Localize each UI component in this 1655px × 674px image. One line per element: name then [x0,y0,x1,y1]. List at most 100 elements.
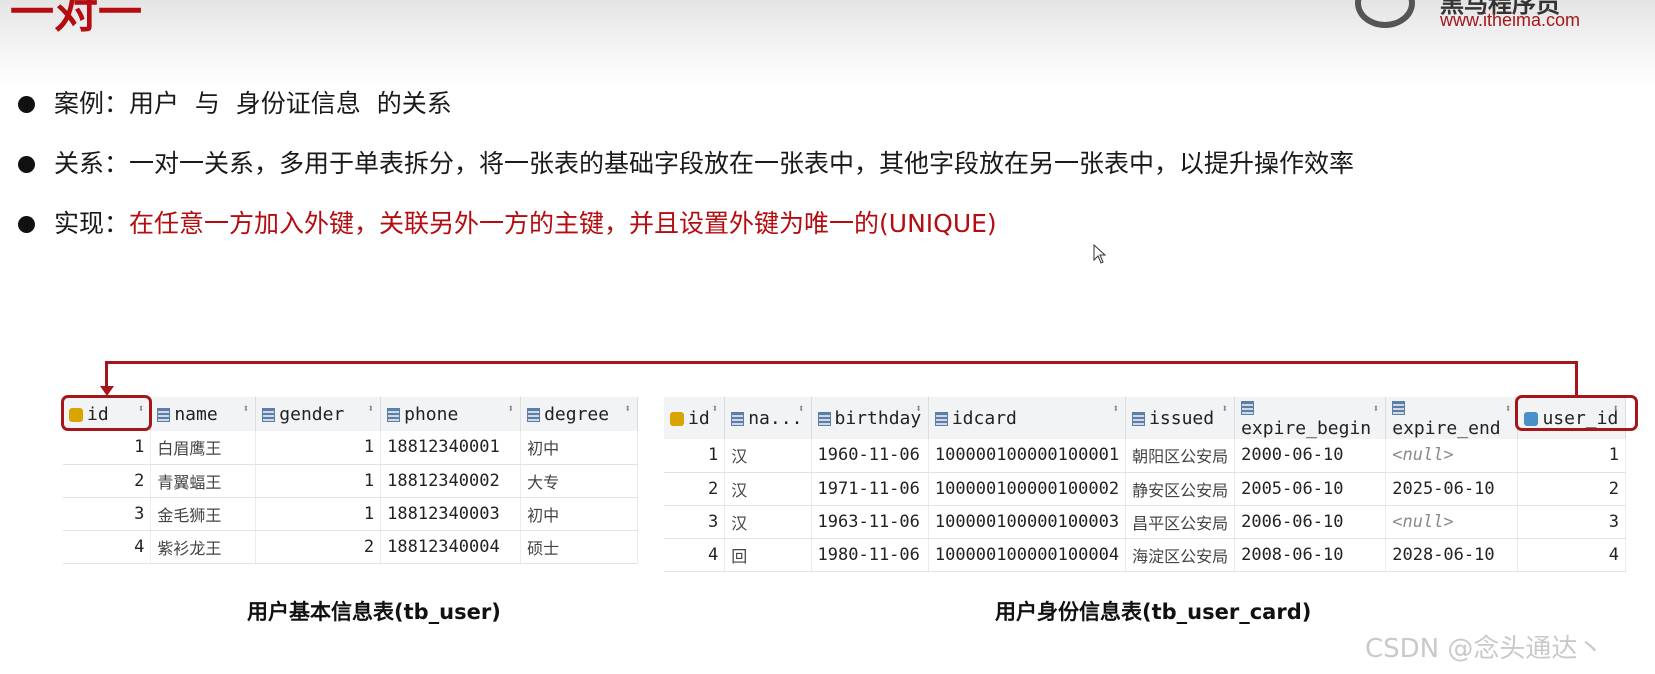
cell-gender[interactable]: 1 [255,497,382,531]
sort-icon: ⬍ [242,402,250,415]
cell-issued[interactable]: 昌平区公安局 [1125,505,1236,539]
sort-icon: ⬍ [711,402,719,415]
column-header-gender[interactable]: gender ⬍ [255,397,382,431]
cell-idcard[interactable]: 100000100000100004 [928,538,1127,572]
column-header-degree[interactable]: degree ⬍ [520,397,638,431]
cell-name[interactable]: 金毛狮王 [150,497,257,531]
fk-connector-line [106,361,1578,364]
tb-user-card-table: id ⬍ na... ⬍ birthday ⬍ idcard ⬍ issued ⬍ exp… [664,397,1626,572]
column-icon [527,407,541,422]
column-header-idcard[interactable]: idcard ⬍ [928,397,1127,439]
cell-expire-begin[interactable]: 2006-06-10 [1234,505,1387,539]
bullet-dot-icon [18,156,35,173]
cell-expire-end[interactable]: <null> [1385,505,1519,539]
sort-icon: ⬍ [1504,402,1512,415]
cell-nation[interactable]: 汉 [724,439,812,473]
bullet-text: 一对一关系，多用于单表拆分，将一张表的基础字段放在一张表中，其他字段放在另一张表… [129,149,1355,178]
cell-id[interactable]: 1 [63,431,152,465]
cell-expire-begin[interactable]: 2000-06-10 [1234,439,1387,473]
cell-user-id[interactable]: 2 [1517,472,1626,506]
column-icon [262,407,276,422]
cell-expire-begin[interactable]: 2008-06-10 [1234,538,1387,572]
cell-nation[interactable]: 汉 [724,505,812,539]
bullet-text: 用户 与 身份证信息 的关系 [129,89,452,118]
sort-icon: ⬍ [367,402,375,415]
column-header-expire-end[interactable]: expire_end ⬍ [1385,397,1519,439]
cell-issued[interactable]: 海淀区公安局 [1125,538,1236,572]
cell-id[interactable]: 3 [664,505,726,539]
primary-key-icon [670,411,684,426]
cell-issued[interactable]: 静安区公安局 [1125,472,1236,506]
cell-phone[interactable]: 18812340003 [380,497,522,531]
cell-id[interactable]: 4 [664,538,726,572]
cell-idcard[interactable]: 100000100000100003 [928,505,1127,539]
column-header-name[interactable]: name ⬍ [150,397,257,431]
column-header-birthday[interactable]: birthday ⬍ [811,397,929,439]
cell-name[interactable]: 青翼蝠王 [150,464,257,498]
bullet-label: 案例： [54,89,130,118]
bullet-dot-icon [18,216,35,233]
bullet-case: 案例：用户 与 身份证信息 的关系 [14,86,1654,122]
cell-user-id[interactable]: 3 [1517,505,1626,539]
cell-phone[interactable]: 18812340002 [380,464,522,498]
table-row[interactable]: 3 汉 1963-11-06 100000100000100003 昌平区公安局… [664,505,1626,539]
cell-user-id[interactable]: 1 [1517,439,1626,473]
bullet-implementation: 实现：在任意一方加入外键，关联另外一方的主键，并且设置外键为唯一的(UNIQUE… [14,206,1654,242]
column-header-issued[interactable]: issued ⬍ [1125,397,1236,439]
cell-phone[interactable]: 18812340004 [380,530,522,564]
slide-title: 一对一 [10,0,142,38]
cell-id[interactable]: 1 [664,439,726,473]
cell-birthday[interactable]: 1960-11-06 [811,439,929,473]
cell-expire-end[interactable]: 2025-06-10 [1385,472,1519,506]
foreign-key-highlight [1515,395,1638,431]
table-row[interactable]: 4 回 1980-11-06 100000100000100004 海淀区公安局… [664,538,1626,572]
cell-expire-end[interactable]: 2028-06-10 [1385,538,1519,572]
cell-id[interactable]: 2 [63,464,152,498]
sort-icon: ⬍ [915,402,922,415]
cell-expire-begin[interactable]: 2005-06-10 [1234,472,1387,506]
cell-gender[interactable]: 2 [255,530,382,564]
column-header-nation[interactable]: na... ⬍ [724,397,812,439]
cell-id[interactable]: 3 [63,497,152,531]
cell-id[interactable]: 4 [63,530,152,564]
cell-phone[interactable]: 18812340001 [380,431,522,465]
cell-birthday[interactable]: 1971-11-06 [811,472,929,506]
sort-icon: ⬍ [1221,402,1229,415]
column-header-phone[interactable]: phone ⬍ [380,397,522,431]
cell-idcard[interactable]: 100000100000100002 [928,472,1127,506]
cell-degree[interactable]: 初中 [520,497,638,531]
cell-gender[interactable]: 1 [255,431,382,465]
sort-icon: ⬍ [1112,402,1120,415]
cell-degree[interactable]: 大专 [520,464,638,498]
table-row[interactable]: 2 汉 1971-11-06 100000100000100002 静安区公安局… [664,472,1626,506]
cell-degree[interactable]: 初中 [520,431,638,465]
cell-nation[interactable]: 汉 [724,472,812,506]
tb-user-caption: 用户基本信息表(tb_user) [247,600,501,624]
cell-expire-end[interactable]: <null> [1385,439,1519,473]
column-icon [1132,411,1146,426]
column-icon [934,411,948,426]
table-header-row: id ⬍ na... ⬍ birthday ⬍ idcard ⬍ issued ⬍ exp… [664,397,1626,439]
cell-user-id[interactable]: 4 [1517,538,1626,572]
table-row[interactable]: 2 青翼蝠王 1 18812340002 大专 [63,464,638,498]
cell-idcard[interactable]: 100000100000100001 [928,439,1127,473]
cell-birthday[interactable]: 1980-11-06 [811,538,929,572]
cell-nation[interactable]: 回 [724,538,812,572]
cell-issued[interactable]: 朝阳区公安局 [1125,439,1236,473]
table-row[interactable]: 1 白眉鹰王 1 18812340001 初中 [63,431,638,465]
cell-name[interactable]: 白眉鹰王 [150,431,257,465]
cell-degree[interactable]: 硕士 [520,530,638,564]
column-icon [731,411,745,426]
cell-gender[interactable]: 1 [255,464,382,498]
column-header-expire-begin[interactable]: expire_begin ⬍ [1234,397,1387,439]
cell-id[interactable]: 2 [664,472,726,506]
table-row[interactable]: 3 金毛狮王 1 18812340003 初中 [63,497,638,531]
cell-name[interactable]: 紫衫龙王 [150,530,257,564]
cell-birthday[interactable]: 1963-11-06 [811,505,929,539]
column-icon [1392,401,1406,415]
column-header-id[interactable]: id ⬍ [664,397,726,439]
table-row[interactable]: 1 汉 1960-11-06 100000100000100001 朝阳区公安局… [664,439,1626,473]
column-icon [817,411,831,426]
column-icon [387,407,401,422]
table-row[interactable]: 4 紫衫龙王 2 18812340004 硕士 [63,530,638,564]
